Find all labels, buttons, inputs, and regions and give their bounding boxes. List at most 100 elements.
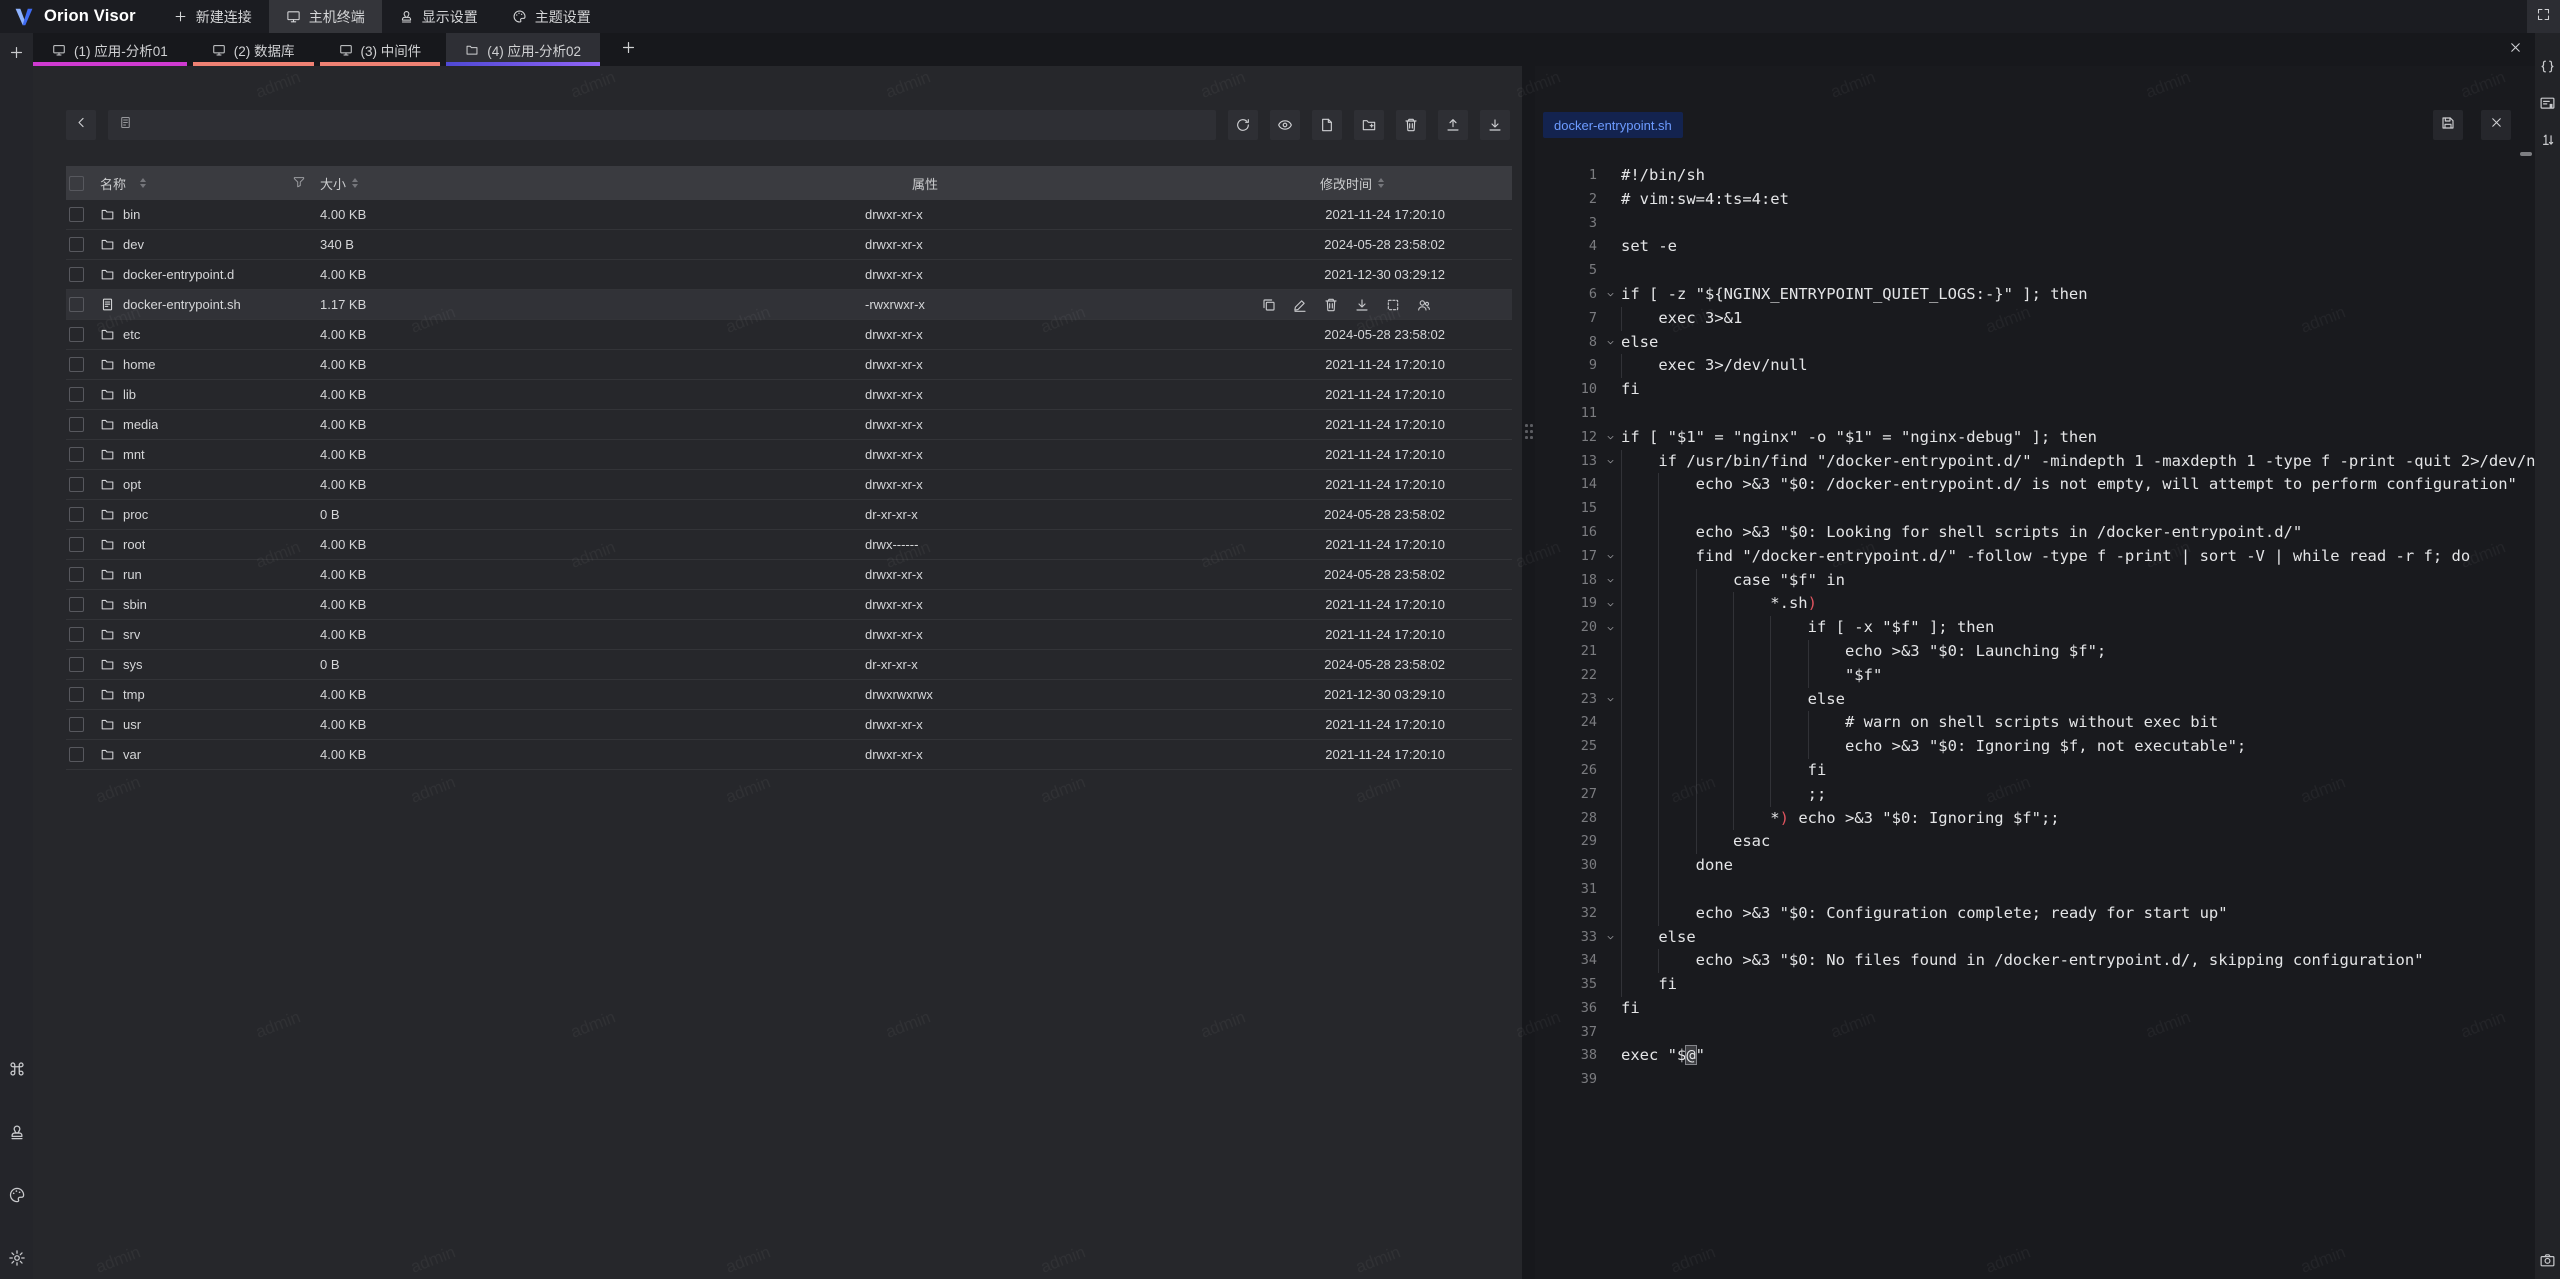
table-row-sbin[interactable]: sbin4.00 KBdrwxr-xr-x2021-11-24 17:20:10 <box>66 590 1512 620</box>
path-input-box[interactable] <box>108 110 1216 140</box>
fold-chevron-down-icon[interactable] <box>1599 331 1621 355</box>
row-action-copy[interactable] <box>1261 297 1277 313</box>
editor-close-button[interactable] <box>2481 110 2511 140</box>
table-row-etc[interactable]: etc4.00 KBdrwxr-xr-x2024-05-28 23:58:02 <box>66 320 1512 350</box>
header-size[interactable]: 大小 <box>316 174 861 193</box>
name-sort-icon[interactable] <box>140 178 146 189</box>
header-mtime[interactable]: 修改时间 <box>1311 174 1512 193</box>
table-row-opt[interactable]: opt4.00 KBdrwxr-xr-x2021-11-24 17:20:10 <box>66 470 1512 500</box>
row-checkbox[interactable] <box>69 237 84 252</box>
table-row-docker-entrypoint.d[interactable]: docker-entrypoint.d4.00 KBdrwxr-xr-x2021… <box>66 260 1512 290</box>
table-row-tmp[interactable]: tmp4.00 KBdrwxrwxrwx2021-12-30 03:29:10 <box>66 680 1512 710</box>
table-row-media[interactable]: media4.00 KBdrwxr-xr-x2021-11-24 17:20:1… <box>66 410 1512 440</box>
sidebar-stamp-button[interactable] <box>6 1121 28 1143</box>
table-row-dev[interactable]: dev340 Bdrwxr-xr-x2024-05-28 23:58:02 <box>66 230 1512 260</box>
table-row-run[interactable]: run4.00 KBdrwxr-xr-x2024-05-28 23:58:02 <box>66 560 1512 590</box>
mtime-sort-icon[interactable] <box>1378 178 1384 189</box>
table-row-var[interactable]: var4.00 KBdrwxr-xr-x2021-11-24 17:20:10 <box>66 740 1512 770</box>
row-checkbox[interactable] <box>69 357 84 372</box>
editor-scrollbar-thumb[interactable] <box>2520 152 2532 156</box>
row-checkbox[interactable] <box>69 747 84 762</box>
fold-chevron-down-icon[interactable] <box>1599 688 1621 712</box>
table-row-proc[interactable]: proc0 Bdr-xr-xr-x2024-05-28 23:58:02 <box>66 500 1512 530</box>
file-new-button[interactable] <box>1312 110 1342 140</box>
sidebar-sort-lines-button[interactable] <box>2537 129 2559 151</box>
header-select-all[interactable] <box>66 176 100 191</box>
sidebar-plus-button[interactable] <box>6 41 28 63</box>
row-action-download[interactable] <box>1354 297 1370 313</box>
fold-chevron-down-icon[interactable] <box>1599 426 1621 450</box>
fold-chevron-down-icon[interactable] <box>1599 450 1621 474</box>
fold-chevron-down-icon[interactable] <box>1599 592 1621 616</box>
eye-button[interactable] <box>1270 110 1300 140</box>
fold-chevron-down-icon[interactable] <box>1599 569 1621 593</box>
table-row-home[interactable]: home4.00 KBdrwxr-xr-x2021-11-24 17:20:10 <box>66 350 1512 380</box>
table-row-usr[interactable]: usr4.00 KBdrwxr-xr-x2021-11-24 17:20:10 <box>66 710 1512 740</box>
table-row-lib[interactable]: lib4.00 KBdrwxr-xr-x2021-11-24 17:20:10 <box>66 380 1512 410</box>
sidebar-command-button[interactable] <box>6 1058 28 1080</box>
select-all-checkbox[interactable] <box>69 176 84 191</box>
brand[interactable]: Orion Visor <box>0 0 156 33</box>
fold-chevron-down-icon[interactable] <box>1599 926 1621 950</box>
close-panel-button[interactable] <box>2501 33 2529 66</box>
tab-3[interactable]: (3) 中间件 <box>320 33 441 66</box>
sidebar-card-button[interactable] <box>2537 92 2559 114</box>
filter-icon[interactable] <box>292 175 306 192</box>
code-editor[interactable]: 1#!/bin/sh2# vim:sw=4:ts=4:et34set -e56i… <box>1535 150 2535 1279</box>
row-checkbox[interactable] <box>69 477 84 492</box>
row-checkbox[interactable] <box>69 207 84 222</box>
header-name[interactable]: 名称 <box>100 174 316 193</box>
tab-2[interactable]: (2) 数据库 <box>193 33 314 66</box>
path-input[interactable] <box>141 118 1206 133</box>
row-checkbox[interactable] <box>69 537 84 552</box>
row-checkbox[interactable] <box>69 387 84 402</box>
fold-chevron-down-icon[interactable] <box>1599 545 1621 569</box>
tab-4[interactable]: (4) 应用-分析02 <box>446 33 600 66</box>
sidebar-palette-button[interactable] <box>6 1184 28 1206</box>
editor-file-badge[interactable]: docker-entrypoint.sh <box>1543 112 1683 138</box>
upload-button[interactable] <box>1438 110 1468 140</box>
row-checkbox[interactable] <box>69 297 84 312</box>
row-checkbox[interactable] <box>69 567 84 582</box>
nav-item-1[interactable]: 主机终端 <box>269 0 382 33</box>
nav-item-3[interactable]: 主题设置 <box>495 0 608 33</box>
sidebar-camera-button[interactable] <box>2537 1249 2559 1271</box>
sidebar-braces-button[interactable] <box>2537 55 2559 77</box>
row-checkbox[interactable] <box>69 687 84 702</box>
row-checkbox[interactable] <box>69 627 84 642</box>
row-checkbox[interactable] <box>69 417 84 432</box>
row-action-trash[interactable] <box>1323 297 1339 313</box>
row-action-users[interactable] <box>1416 297 1432 313</box>
table-row-srv[interactable]: srv4.00 KBdrwxr-xr-x2021-11-24 17:20:10 <box>66 620 1512 650</box>
fullscreen-button[interactable] <box>2527 0 2560 33</box>
row-action-move[interactable] <box>1385 297 1401 313</box>
table-row-sys[interactable]: sys0 Bdr-xr-xr-x2024-05-28 23:58:02 <box>66 650 1512 680</box>
fold-chevron-down-icon[interactable] <box>1599 283 1621 307</box>
row-checkbox[interactable] <box>69 657 84 672</box>
row-checkbox[interactable] <box>69 507 84 522</box>
size-sort-icon[interactable] <box>352 178 358 189</box>
row-checkbox[interactable] <box>69 597 84 612</box>
trash-button[interactable] <box>1396 110 1426 140</box>
folder-new-button[interactable] <box>1354 110 1384 140</box>
refresh-button[interactable] <box>1228 110 1258 140</box>
panel-resize-handle[interactable] <box>1525 424 1533 448</box>
row-checkbox[interactable] <box>69 717 84 732</box>
row-checkbox[interactable] <box>69 267 84 282</box>
tab-1[interactable]: (1) 应用-分析01 <box>33 33 187 66</box>
row-action-edit[interactable] <box>1292 297 1308 313</box>
add-tab-button[interactable] <box>606 33 650 66</box>
table-row-root[interactable]: root4.00 KBdrwx------2021-11-24 17:20:10 <box>66 530 1512 560</box>
download-button[interactable] <box>1480 110 1510 140</box>
back-button[interactable] <box>66 110 96 140</box>
nav-item-0[interactable]: 新建连接 <box>156 0 269 33</box>
table-row-mnt[interactable]: mnt4.00 KBdrwxr-xr-x2021-11-24 17:20:10 <box>66 440 1512 470</box>
table-row-bin[interactable]: bin4.00 KBdrwxr-xr-x2021-11-24 17:20:10 <box>66 200 1512 230</box>
fold-chevron-down-icon[interactable] <box>1599 616 1621 640</box>
row-checkbox[interactable] <box>69 447 84 462</box>
sidebar-gear-button[interactable] <box>6 1247 28 1269</box>
row-checkbox[interactable] <box>69 327 84 342</box>
nav-item-2[interactable]: 显示设置 <box>382 0 495 33</box>
table-row-docker-entrypoint.sh[interactable]: docker-entrypoint.sh1.17 KB-rwxrwxr-x <box>66 290 1512 320</box>
save-button[interactable] <box>2433 110 2463 140</box>
